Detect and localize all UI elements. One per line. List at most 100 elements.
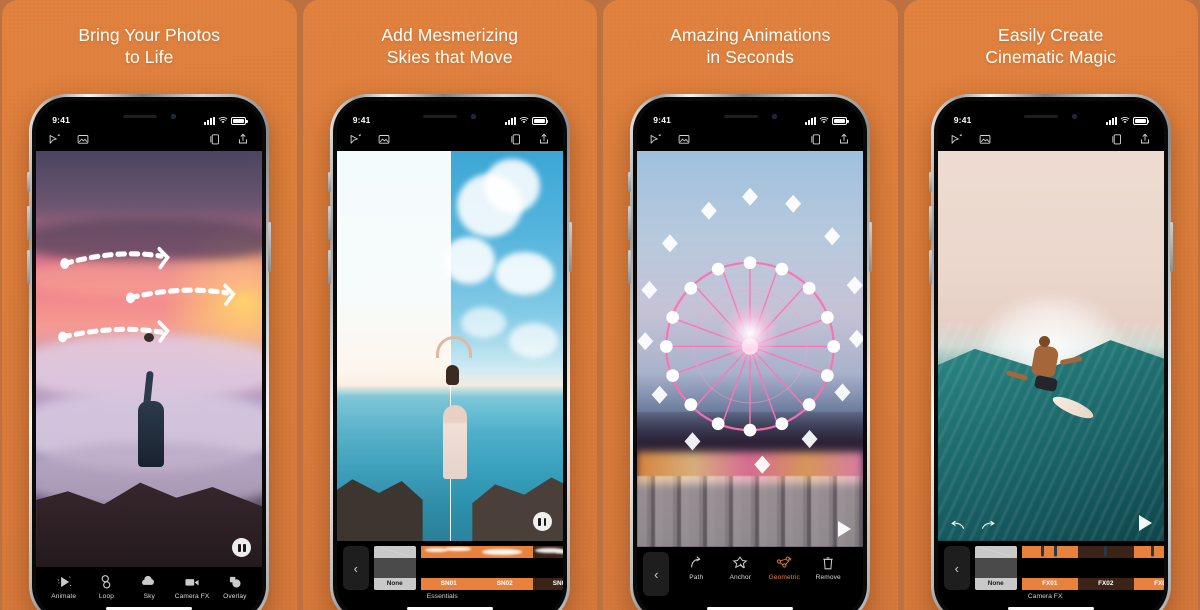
play-button[interactable] bbox=[838, 521, 852, 537]
preset-strip[interactable]: FX01 FX02 FX Camera FX bbox=[1021, 546, 1164, 600]
mute-switch[interactable] bbox=[327, 172, 331, 192]
volume-down-button[interactable] bbox=[928, 250, 932, 284]
photo-icon[interactable] bbox=[377, 132, 391, 146]
mute-switch[interactable] bbox=[928, 172, 932, 192]
preset-tile-selected[interactable]: FX02 bbox=[1077, 546, 1134, 590]
home-indicator[interactable] bbox=[637, 600, 864, 610]
undo-redo-controls[interactable] bbox=[950, 519, 996, 531]
preset-tile[interactable]: FX03 bbox=[1133, 546, 1164, 590]
magic-wand-icon[interactable] bbox=[649, 132, 663, 146]
front-camera bbox=[471, 113, 477, 119]
tool-overlay[interactable]: Overlay bbox=[213, 574, 256, 600]
battery-icon bbox=[1132, 116, 1150, 125]
preset-none[interactable]: None bbox=[974, 546, 1017, 590]
front-camera bbox=[170, 113, 176, 119]
photo-icon[interactable] bbox=[978, 132, 992, 146]
power-button[interactable] bbox=[268, 222, 272, 272]
layers-icon[interactable] bbox=[1110, 132, 1124, 146]
share-icon[interactable] bbox=[1138, 132, 1152, 146]
photo-icon[interactable] bbox=[677, 132, 691, 146]
volume-up-button[interactable] bbox=[628, 206, 632, 240]
notch bbox=[397, 105, 502, 127]
share-icon[interactable] bbox=[537, 132, 551, 146]
phone-frame: 9:41 bbox=[628, 94, 873, 610]
preset-strip[interactable]: SN01 SN02 SN Essentials bbox=[420, 546, 563, 600]
sky-cloud-icon bbox=[140, 574, 158, 590]
volume-down-button[interactable] bbox=[27, 250, 31, 284]
none-slash-icon bbox=[373, 546, 416, 558]
power-button[interactable] bbox=[869, 222, 873, 272]
photo-canvas-2[interactable] bbox=[336, 151, 563, 541]
power-button[interactable] bbox=[1169, 222, 1173, 272]
tool-geometric[interactable]: Geometric bbox=[762, 555, 806, 581]
undo-arrow-icon[interactable] bbox=[950, 519, 965, 531]
preset-tile[interactable]: SN01 bbox=[420, 546, 477, 590]
tool-label: Overlay bbox=[223, 593, 247, 600]
photo-canvas-1[interactable] bbox=[36, 151, 263, 567]
sky-preset-bar[interactable]: ‹ None SN01 SN02 SN Essentials bbox=[336, 541, 563, 600]
camera-fx-preset-bar[interactable]: ‹ None FX01 FX02 FX Camera FX bbox=[937, 541, 1164, 600]
tool-path[interactable]: Path bbox=[674, 555, 718, 581]
volume-down-button[interactable] bbox=[327, 250, 331, 284]
tool-anchor[interactable]: Anchor bbox=[718, 555, 762, 581]
layers-icon[interactable] bbox=[208, 132, 222, 146]
home-indicator[interactable] bbox=[36, 600, 263, 610]
preset-tile[interactable]: SN02 bbox=[476, 546, 533, 590]
home-indicator[interactable] bbox=[937, 600, 1164, 610]
share-icon[interactable] bbox=[837, 132, 851, 146]
photo-canvas-3[interactable] bbox=[637, 151, 864, 547]
mute-switch[interactable] bbox=[628, 172, 632, 192]
layers-icon[interactable] bbox=[509, 132, 523, 146]
tool-remove[interactable]: Remove bbox=[806, 555, 850, 581]
tool-label: Anchor bbox=[729, 574, 751, 581]
animation-path-overlay[interactable] bbox=[36, 151, 262, 567]
preset-none[interactable]: None bbox=[373, 546, 416, 590]
preset-none-label: None bbox=[373, 578, 416, 590]
back-button[interactable]: ‹ bbox=[342, 546, 369, 590]
editor-toolbar-1[interactable]: Animate Loop Sky Camera FX Overlay bbox=[36, 567, 263, 600]
headline-line-2: in Seconds bbox=[706, 47, 795, 68]
layers-icon[interactable] bbox=[809, 132, 823, 146]
volume-up-button[interactable] bbox=[327, 206, 331, 240]
home-indicator[interactable] bbox=[336, 600, 563, 610]
front-camera bbox=[1072, 113, 1078, 119]
redo-arrow-icon[interactable] bbox=[981, 519, 996, 531]
preset-thumbnail bbox=[532, 546, 563, 558]
tool-camera-fx[interactable]: Camera FX bbox=[171, 574, 214, 600]
back-button[interactable]: ‹ bbox=[643, 552, 670, 596]
magic-wand-icon[interactable] bbox=[349, 132, 363, 146]
anchor-pin-icon bbox=[731, 555, 749, 571]
preset-thumbnail bbox=[420, 546, 477, 558]
power-button[interactable] bbox=[568, 222, 572, 272]
pause-button[interactable] bbox=[532, 512, 552, 531]
play-button[interactable] bbox=[1138, 515, 1152, 531]
headline-line-1: Easily Create bbox=[998, 25, 1104, 45]
signal-icon bbox=[805, 116, 817, 125]
pause-button[interactable] bbox=[232, 538, 252, 557]
volume-up-button[interactable] bbox=[27, 206, 31, 240]
preset-tile[interactable]: FX01 bbox=[1021, 546, 1078, 590]
mute-switch[interactable] bbox=[27, 172, 31, 192]
top-right-tools bbox=[1110, 132, 1152, 146]
geometric-anchor-overlay[interactable] bbox=[637, 151, 864, 547]
magic-wand-icon[interactable] bbox=[950, 132, 964, 146]
panel-1-headline: Bring Your Photos to Life bbox=[23, 24, 276, 69]
sky-replacement-preview bbox=[336, 151, 563, 541]
tool-animate[interactable]: Animate bbox=[42, 574, 85, 600]
photo-icon[interactable] bbox=[76, 132, 90, 146]
back-button[interactable]: ‹ bbox=[943, 546, 970, 590]
magic-wand-icon[interactable] bbox=[48, 132, 62, 146]
editor-toolbar-3[interactable]: Path Anchor Geometric Remove bbox=[674, 552, 864, 581]
tool-freeze[interactable]: Fre bbox=[850, 555, 863, 581]
notch bbox=[698, 105, 803, 127]
promo-panel-1: Bring Your Photos to Life 9:41 Animate L… bbox=[2, 0, 297, 610]
tool-loop[interactable]: Loop bbox=[85, 574, 128, 600]
volume-up-button[interactable] bbox=[928, 206, 932, 240]
preset-tile-selected[interactable]: SN03 bbox=[532, 546, 563, 590]
tool-sky[interactable]: Sky bbox=[128, 574, 171, 600]
photo-canvas-4[interactable] bbox=[937, 151, 1164, 541]
share-icon[interactable] bbox=[236, 132, 250, 146]
volume-down-button[interactable] bbox=[628, 250, 632, 284]
promo-panel-2: Add Mesmerizing Skies that Move 9:41 ‹ N… bbox=[302, 0, 597, 610]
phone-frame: 9:41 bbox=[27, 94, 272, 610]
